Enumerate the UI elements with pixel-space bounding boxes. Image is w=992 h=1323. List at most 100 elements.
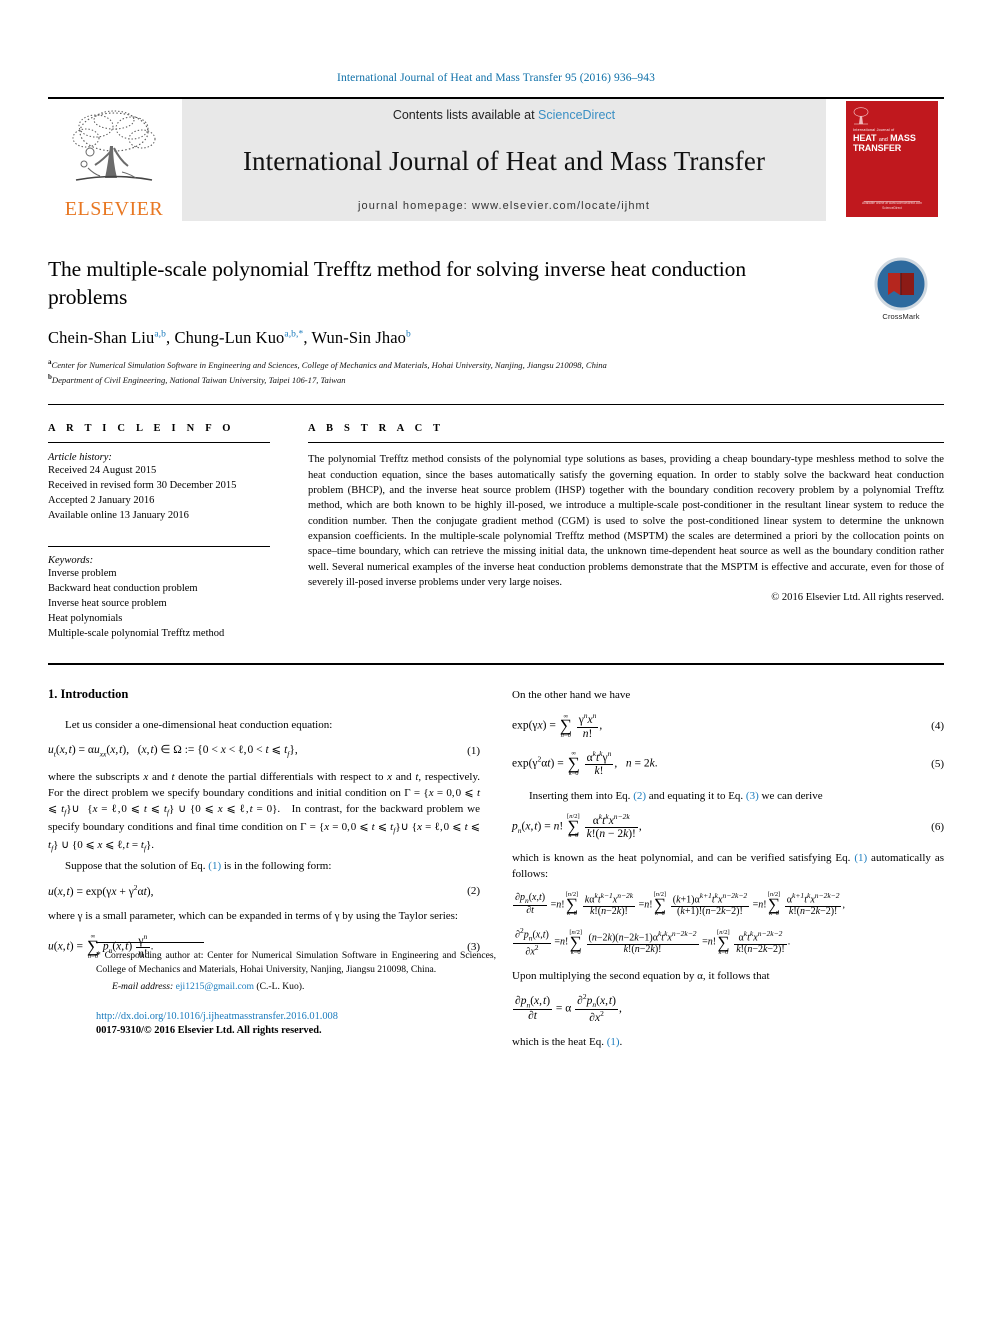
history-item: Received in revised form 30 December 201… xyxy=(48,480,237,492)
equation-crossref[interactable]: (1) xyxy=(208,860,221,872)
journal-cover-thumbnail[interactable]: International Journal of HEAT and MASS T… xyxy=(840,99,944,221)
doi-block: http://dx.doi.org/10.1016/j.ijheatmasstr… xyxy=(96,1010,526,1036)
crossmark-icon[interactable] xyxy=(874,257,928,311)
cover-title-heat: HEAT xyxy=(853,133,877,143)
cover-footer: Available online at www.sciencedirect.co… xyxy=(846,201,938,211)
equation-derivative-t: ∂pn(x,t) ∂t =n! [n/2] ∑ k=0 kαktk−1xn−2k k!(n… xyxy=(512,890,944,918)
email-label: E-mail address: xyxy=(112,980,174,992)
equation-2-body: u(x, t) = exp(γx + γ2αt), xyxy=(48,883,154,899)
equation-crossref[interactable]: (1) xyxy=(607,1036,620,1048)
email-owner: (C.-L. Kuo). xyxy=(256,980,305,992)
page-title: The multiple-scale polynomial Trefftz me… xyxy=(48,257,746,310)
text-fragment: . xyxy=(619,1036,623,1049)
journal-masthead: ELSEVIER Contents lists available at Sci… xyxy=(48,97,944,221)
cover-elsevier-tree-icon xyxy=(853,107,869,125)
info-rule xyxy=(48,442,270,444)
email-link[interactable]: eji1215@gmail.com xyxy=(176,981,254,992)
text-fragment: denote the partial differentials with re… xyxy=(174,770,388,783)
equation-crossref[interactable]: (1) xyxy=(854,852,867,864)
cover-artwork: International Journal of HEAT and MASS T… xyxy=(846,101,938,217)
equation-5: exp(γ2αt) = ∞ ∑ k=0 αktkγn k!, n = 2k. (5) xyxy=(512,750,944,778)
author-name[interactable]: Chung-Lun Kuo xyxy=(174,328,284,347)
article-info-column: A R T I C L E I N F O Article history: R… xyxy=(48,423,298,641)
paragraph: where the subscripts x and t denote the … xyxy=(48,770,481,854)
author-name[interactable]: Chein-Shan Liu xyxy=(48,328,154,347)
equation-6-number: (6) xyxy=(931,820,944,833)
corresponding-author-note: * Corresponding author at: Center for Nu… xyxy=(96,949,496,977)
corresponding-marker: * xyxy=(96,949,101,961)
equation-heat-final-body: ∂pn(x, t) ∂t = α ∂2pn(x, t) ∂x2, xyxy=(513,992,622,1025)
cover-big-title: HEAT and MASS TRANSFER xyxy=(853,133,934,154)
keywords-block: Keywords: Inverse problem Backward heat … xyxy=(48,545,270,642)
info-abstract-region: A R T I C L E I N F O Article history: R… xyxy=(48,423,944,641)
author-name[interactable]: Wun-Sin Jhao xyxy=(312,328,407,347)
equation-crossref[interactable]: (2) xyxy=(633,790,646,802)
abstract-copyright: © 2016 Elsevier Ltd. All rights reserved… xyxy=(771,592,944,604)
crossmark-badge-block[interactable]: CrossMark xyxy=(858,257,944,321)
issn-copyright: 0017-9310/© 2016 Elsevier Ltd. All right… xyxy=(96,1024,322,1036)
abstract-heading: A B S T R A C T xyxy=(308,423,445,435)
equation-derivative-t-body: ∂pn(x,t) ∂t =n! [n/2] ∑ k=0 kαktk−1xn−2k k!(n… xyxy=(513,890,845,918)
keyword-item: Inverse heat source problem xyxy=(48,597,167,609)
paragraph: which is known as the heat polynomial, a… xyxy=(512,850,944,882)
paragraph: Upon multiplying the second equation by … xyxy=(512,969,770,982)
author-list: Chein-Shan Liua,b, Chung-Lun Kuoa,b,*, W… xyxy=(48,327,411,347)
journal-banner: Contents lists available at ScienceDirec… xyxy=(182,99,826,221)
text-fragment: is in the following form: xyxy=(221,860,332,873)
affiliation-a-text: Center for Numerical Simulation Software… xyxy=(51,359,607,370)
paragraph: which is the heat Eq. (1). xyxy=(512,1034,944,1050)
elsevier-wordmark: ELSEVIER xyxy=(64,198,164,220)
affiliation-a: aCenter for Numerical Simulation Softwar… xyxy=(48,357,607,370)
text-fragment: and xyxy=(148,770,172,783)
keywords-rule xyxy=(48,545,270,547)
cover-title-transfer: TRANSFER xyxy=(853,142,902,153)
paragraph: Let us consider a one-dimensional heat c… xyxy=(65,719,333,732)
section-heading-introduction: 1. Introduction xyxy=(48,687,129,702)
history-item: Received 24 August 2015 xyxy=(48,465,157,477)
crossmark-label: CrossMark xyxy=(882,312,920,321)
abstract-rule xyxy=(308,442,944,444)
body-columns: 1. Introduction Let us consider a one-di… xyxy=(48,687,944,1053)
author-marks: b xyxy=(406,329,411,340)
abstract-body-divider xyxy=(48,663,944,666)
article-history-label: Article history: xyxy=(48,452,112,464)
text-fragment: and xyxy=(392,770,416,783)
equation-heat-final: ∂pn(x, t) ∂t = α ∂2pn(x, t) ∂x2, xyxy=(512,992,944,1025)
paragraph: where γ is a small parameter, which can … xyxy=(48,910,458,923)
text-fragment: which is known as the heat polynomial, a… xyxy=(512,852,855,865)
doi-link[interactable]: http://dx.doi.org/10.1016/j.ijheatmasstr… xyxy=(96,1010,526,1025)
elsevier-tree-icon xyxy=(62,106,166,198)
paragraph: On the other hand we have xyxy=(512,689,631,702)
email-note: E-mail address: eji1215@gmail.com (C.-L.… xyxy=(96,981,496,992)
paragraph: Inserting them into Eq. (2) and equating… xyxy=(512,788,944,804)
equation-crossref[interactable]: (3) xyxy=(746,790,759,802)
footnote-rule xyxy=(96,941,204,943)
text-fragment: we can derive xyxy=(758,789,823,802)
equation-5-number: (5) xyxy=(931,757,944,770)
text-fragment: which is the heat Eq. xyxy=(512,1036,607,1049)
body-column-right: On the other hand we have exp(γx) = ∞ ∑ n=… xyxy=(512,687,944,1053)
history-item: Available online 13 January 2016 xyxy=(48,509,189,521)
keyword-item: Backward heat conduction problem xyxy=(48,582,198,594)
abstract-column: A B S T R A C T The polynomial Trefftz m… xyxy=(298,423,944,641)
equation-1-number: (1) xyxy=(467,744,480,757)
equation-4-body: exp(γx) = ∞ ∑ n=0 γnxn n!, xyxy=(512,711,603,740)
keywords-label: Keywords: xyxy=(48,554,94,566)
footnote-block: * Corresponding author at: Center for Nu… xyxy=(96,941,496,992)
body-column-left: 1. Introduction Let us consider a one-di… xyxy=(48,687,496,1053)
equation-5-body: exp(γ2αt) = ∞ ∑ k=0 αktkγn k!, n = 2k. xyxy=(512,749,658,778)
affiliation-b-text: Department of Civil Engineering, Nationa… xyxy=(51,374,346,385)
affiliation-b: bDepartment of Civil Engineering, Nation… xyxy=(48,372,346,385)
equation-derivative-xx: ∂2pn(x,t) ∂x2 =n! [n/2] ∑ k=0 (n−2k)(n−2k−1)… xyxy=(512,927,944,958)
equation-1-body: ut(x, t) = αuxx(x, t), (x, t) ∈ Ω := {0 … xyxy=(48,744,298,759)
journal-homepage[interactable]: journal homepage: www.elsevier.com/locat… xyxy=(358,200,650,212)
title-block: The multiple-scale polynomial Trefftz me… xyxy=(48,255,944,386)
sciencedirect-link[interactable]: ScienceDirect xyxy=(538,108,615,122)
article-info-heading: A R T I C L E I N F O xyxy=(48,423,235,435)
text-fragment: where the subscripts xyxy=(48,770,144,783)
equation-2-number: (2) xyxy=(467,884,480,897)
author-marks: a,b,* xyxy=(284,329,304,340)
journal-title: International Journal of Heat and Mass T… xyxy=(242,145,766,176)
equation-4: exp(γx) = ∞ ∑ n=0 γnxn n!, (4) xyxy=(512,712,944,740)
contents-lists-line: Contents lists available at ScienceDirec… xyxy=(393,108,615,122)
